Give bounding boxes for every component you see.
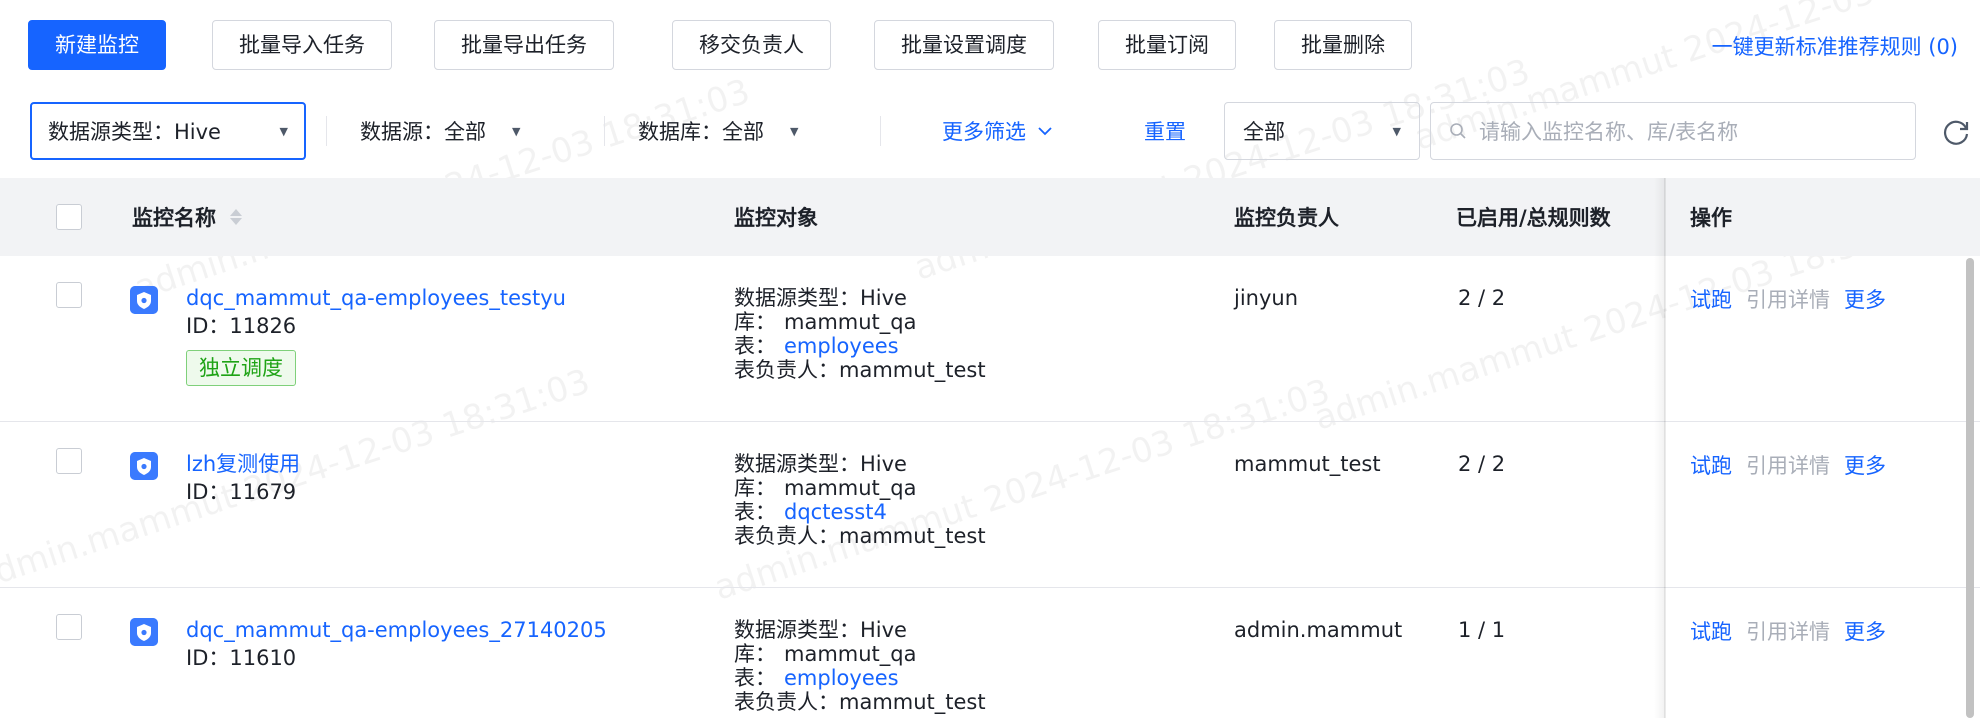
monitor-id: ID：11826 <box>186 314 297 338</box>
trial-run-button[interactable]: 试跑 <box>1690 454 1732 478</box>
database-name: mammut_qa <box>784 642 917 666</box>
status-select[interactable]: 全部 ▼ <box>1224 102 1420 160</box>
ref-details-button[interactable]: 引用详情 <box>1746 288 1830 312</box>
rules-count: 2 / 2 <box>1458 452 1506 476</box>
rules-count: 1 / 1 <box>1458 618 1506 642</box>
batch-delete-button[interactable]: 批量删除 <box>1274 20 1412 70</box>
table-label: 表： <box>734 500 776 524</box>
rules-count: 2 / 2 <box>1458 286 1506 310</box>
monitor-id: ID：11679 <box>186 480 297 504</box>
monitor-list-page: admin.mammut 2024-12-03 18:31:03 admin.m… <box>0 0 1980 718</box>
divider <box>604 116 605 146</box>
more-filters-label: 更多筛选 <box>942 120 1026 144</box>
table-label: 表： <box>734 334 776 358</box>
batch-import-button[interactable]: 批量导入任务 <box>212 20 392 70</box>
table-row: dqc_mammut_qa-employees_27140205 ID：1161… <box>0 588 1980 718</box>
database-select[interactable]: 数据库：全部 ▼ <box>638 102 798 160</box>
batch-schedule-button[interactable]: 批量设置调度 <box>874 20 1054 70</box>
table-row: dqc_mammut_qa-employees_testyu ID：11826 … <box>0 256 1980 422</box>
database-name: mammut_qa <box>784 310 917 334</box>
table-row: lzh复测使用 ID：11679 数据源类型：Hive 库： mammut_qa … <box>0 422 1980 588</box>
batch-subscribe-button[interactable]: 批量订阅 <box>1098 20 1236 70</box>
divider <box>326 116 327 146</box>
refresh-icon[interactable] <box>1940 116 1972 148</box>
table-label: 表： <box>734 666 776 690</box>
fixed-column-divider <box>1664 178 1666 718</box>
caret-down-icon: ▼ <box>790 124 799 138</box>
toolbar: 新建监控 批量导入任务 批量导出任务 移交负责人 批量设置调度 批量订阅 批量删… <box>0 0 1980 88</box>
column-name-label: 监控名称 <box>132 206 216 230</box>
table-link[interactable]: employees <box>784 666 899 690</box>
divider <box>880 116 881 146</box>
monitor-name-link[interactable]: dqc_mammut_qa-employees_27140205 <box>186 616 607 644</box>
more-button[interactable]: 更多 <box>1844 288 1886 312</box>
database-label: 库： <box>734 310 776 334</box>
search-icon <box>1450 123 1466 139</box>
table-header: 监控名称 监控对象 监控负责人 已启用/总规则数 操作 <box>0 178 1980 256</box>
more-button[interactable]: 更多 <box>1844 454 1886 478</box>
column-object: 监控对象 <box>734 206 818 230</box>
monitor-icon <box>130 452 158 480</box>
update-rules-link[interactable]: 一键更新标准推荐规则 (0) <box>1712 31 1958 61</box>
transfer-owner-button[interactable]: 移交负责人 <box>672 20 831 70</box>
search-input[interactable]: 请输入监控名称、库/表名称 <box>1430 102 1916 160</box>
row-actions: 试跑 引用详情 更多 <box>1690 616 1886 646</box>
datasource-type-value: 数据源类型：Hive <box>48 120 221 144</box>
monitor-icon <box>130 286 158 314</box>
column-ops: 操作 <box>1690 206 1732 230</box>
datasource-select[interactable]: 数据源：全部 ▼ <box>360 102 520 160</box>
status-value: 全部 <box>1243 120 1285 144</box>
schedule-badge: 独立调度 <box>186 350 296 386</box>
caret-down-icon: ▼ <box>279 124 288 138</box>
column-rules: 已启用/总规则数 <box>1456 206 1611 230</box>
monitor-icon <box>130 618 158 646</box>
table-link[interactable]: dqctesst4 <box>784 500 887 524</box>
batch-export-button[interactable]: 批量导出任务 <box>434 20 614 70</box>
database-name: mammut_qa <box>784 476 917 500</box>
monitor-id: ID：11610 <box>186 646 297 670</box>
table-owner-text: 表负责人：mammut_test <box>734 524 986 548</box>
database-label: 库： <box>734 476 776 500</box>
chevron-down-icon <box>1038 127 1052 136</box>
row-checkbox[interactable] <box>56 614 82 640</box>
row-checkbox[interactable] <box>56 282 82 308</box>
table-owner-text: 表负责人：mammut_test <box>734 358 986 382</box>
datasource-type-select[interactable]: 数据源类型：Hive ▼ <box>30 102 306 160</box>
owner-text: admin.mammut <box>1234 618 1403 642</box>
database-label: 库： <box>734 642 776 666</box>
vertical-scrollbar[interactable] <box>1966 258 1974 718</box>
trial-run-button[interactable]: 试跑 <box>1690 620 1732 644</box>
datasource-value: 数据源：全部 <box>360 120 486 144</box>
row-actions: 试跑 引用详情 更多 <box>1690 450 1886 480</box>
reset-button[interactable]: 重置 <box>1144 102 1186 160</box>
monitor-name-link[interactable]: dqc_mammut_qa-employees_testyu <box>186 284 566 312</box>
column-name[interactable]: 监控名称 <box>132 178 242 256</box>
table-owner-text: 表负责人：mammut_test <box>734 690 986 714</box>
table-link[interactable]: employees <box>784 334 899 358</box>
filter-bar: 数据源类型：Hive ▼ 数据源：全部 ▼ 数据库：全部 ▼ 更多筛选 重置 全… <box>0 98 1980 164</box>
database-value: 数据库：全部 <box>638 120 764 144</box>
owner-text: mammut_test <box>1234 452 1381 476</box>
select-all-checkbox[interactable] <box>56 204 82 230</box>
more-button[interactable]: 更多 <box>1844 620 1886 644</box>
trial-run-button[interactable]: 试跑 <box>1690 288 1732 312</box>
new-monitor-button[interactable]: 新建监控 <box>28 20 166 70</box>
row-checkbox[interactable] <box>56 448 82 474</box>
owner-text: jinyun <box>1234 286 1299 310</box>
row-actions: 试跑 引用详情 更多 <box>1690 284 1886 314</box>
sort-icon[interactable] <box>230 209 242 225</box>
caret-down-icon: ▼ <box>512 124 521 138</box>
ref-details-button[interactable]: 引用详情 <box>1746 620 1830 644</box>
monitor-name-link[interactable]: lzh复测使用 <box>186 450 300 478</box>
search-placeholder: 请输入监控名称、库/表名称 <box>1479 120 1739 144</box>
ref-details-button[interactable]: 引用详情 <box>1746 454 1830 478</box>
more-filters-button[interactable]: 更多筛选 <box>942 102 1052 160</box>
caret-down-icon: ▼ <box>1392 124 1401 138</box>
column-owner: 监控负责人 <box>1234 206 1339 230</box>
